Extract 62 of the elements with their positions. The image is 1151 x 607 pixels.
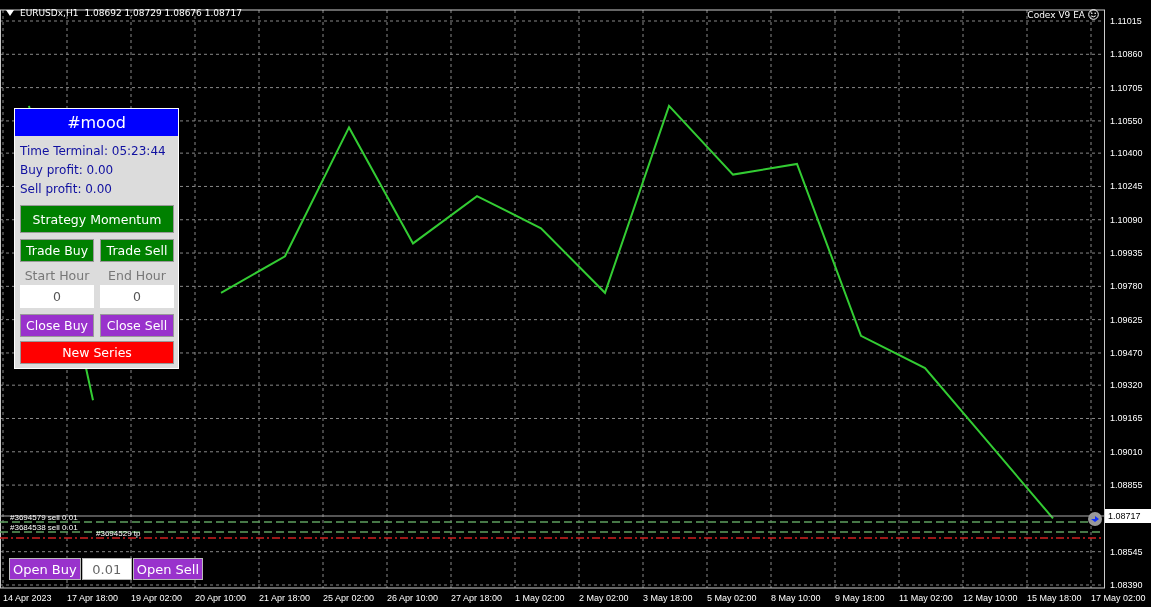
price-axis-label: 1.10705 [1110, 82, 1143, 93]
time-axis-label: 5 May 02:00 [707, 593, 757, 603]
price-axis-label: 1.10245 [1110, 181, 1143, 192]
time-axis-label: 17 May 02:00 [1091, 593, 1146, 603]
time-axis-label: 21 Apr 18:00 [259, 593, 311, 603]
price-axis-label: 1.10550 [1110, 115, 1143, 126]
expert-name: Codex V9 EA [1027, 9, 1085, 20]
info-text: Time Terminal: 05:23:44 [20, 143, 167, 160]
time-axis-label: 14 Apr 2023 [3, 593, 52, 603]
price-axis-label: 1.10860 [1110, 49, 1143, 60]
price-axis-label: 1.09625 [1110, 314, 1143, 325]
time-axis-label: 15 May 18:00 [1027, 593, 1082, 603]
field-label: Start Hour [23, 268, 91, 283]
price-axis-label: 1.09780 [1110, 281, 1143, 292]
time-axis-label: 8 May 10:00 [771, 593, 821, 603]
hour-input-field[interactable]: 0 [20, 285, 94, 308]
order-label: #3694579 sell 0.01 [10, 513, 78, 522]
time-axis-label: 1 May 02:00 [515, 593, 565, 603]
time-axis-label: 3 May 18:00 [643, 593, 693, 603]
price-axis-label: 1.11015 [1110, 16, 1142, 26]
info-text: Sell profit: 0.00 [20, 181, 113, 198]
price-axis-label: 1.09165 [1110, 413, 1143, 424]
trade-button[interactable]: Trade Buy [20, 239, 94, 262]
price-axis-label: 1.10090 [1110, 214, 1143, 225]
price-tag: 1.08717 [1105, 509, 1151, 523]
info-text: Buy profit: 0.00 [20, 162, 115, 179]
time-axis-label: 12 May 10:00 [963, 593, 1018, 603]
price-axis-label: 1.08545 [1110, 546, 1143, 557]
price-axis-label: 1.08390 [1110, 580, 1143, 590]
price-axis-label: 1.09320 [1110, 380, 1143, 391]
order-label: #3694529 tp [96, 529, 141, 538]
price-axis-label: 1.09010 [1110, 446, 1143, 457]
time-axis-label: 19 Apr 02:00 [131, 593, 183, 603]
time-axis-label: 2 May 02:00 [579, 593, 629, 603]
close-button[interactable]: Close Sell [100, 314, 174, 337]
trade-button[interactable]: Trade Sell [100, 239, 174, 262]
dropdown-triangle-icon[interactable] [6, 10, 14, 16]
panel-title: #mood [15, 109, 178, 136]
new-series-button[interactable]: New Series [20, 341, 174, 364]
chart-symbol: EURUSDx,H1 [20, 8, 79, 18]
lot-input-field[interactable]: 0.01 [81, 558, 132, 580]
price-axis-label: 1.10400 [1110, 148, 1143, 159]
time-axis-label: 20 Apr 10:00 [195, 593, 247, 603]
open-sell-button[interactable]: Open Sell [132, 558, 204, 580]
time-axis-label: 27 Apr 18:00 [451, 593, 503, 603]
open-buy-button[interactable]: Open Buy [9, 558, 81, 580]
strategy-button[interactable]: Strategy Momentum [20, 205, 174, 233]
time-axis-label: 25 Apr 02:00 [323, 593, 375, 603]
price-axis-label: 1.08855 [1110, 480, 1143, 491]
ohlc-values: 1.08692 1.08729 1.08676 1.08717 [84, 8, 242, 18]
expert-marker-icon [1088, 512, 1102, 526]
field-label: End Hour [107, 268, 167, 283]
hour-input-field[interactable]: 0 [100, 285, 174, 308]
price-axis-label: 1.09470 [1110, 347, 1143, 358]
order-label: #3684538 sell 0.01 [10, 523, 78, 532]
time-axis-label: 11 May 02:00 [899, 593, 953, 603]
time-axis-label: 26 Apr 10:00 [387, 593, 439, 603]
price-axis-label: 1.09935 [1110, 248, 1143, 259]
smiley-icon [1088, 9, 1099, 20]
time-axis-label: 17 Apr 18:00 [67, 593, 119, 603]
time-axis-label: 9 May 18:00 [835, 593, 885, 603]
close-button[interactable]: Close Buy [20, 314, 94, 337]
